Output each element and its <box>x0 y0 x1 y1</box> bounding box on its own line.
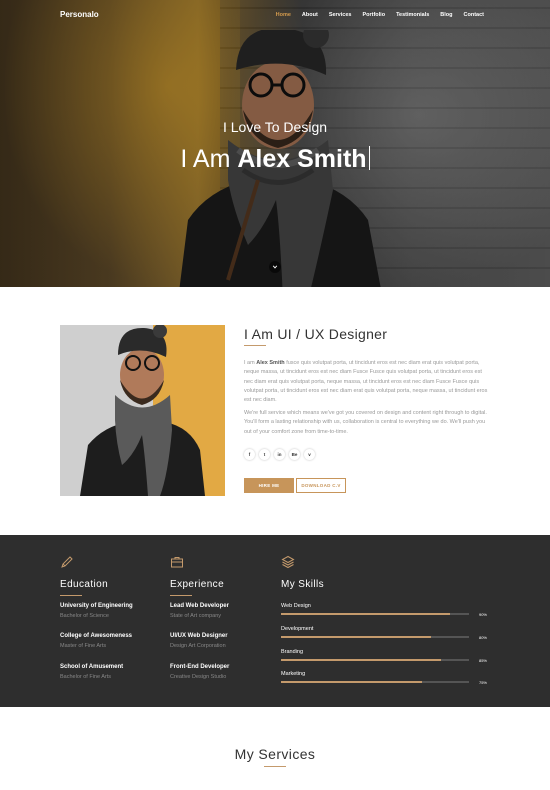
about-p1-name: Alex Smith <box>256 360 285 366</box>
about-section: I Am UI / UX Designer I am Alex Smith fu… <box>0 287 550 535</box>
skill-development: Development 80% <box>281 626 487 640</box>
education-item-sub: Master of Fine Arts <box>60 643 107 649</box>
education-item-title: School of Amusement <box>60 664 124 670</box>
experience-item-sub: Design Art Corporation <box>170 643 226 649</box>
hero-title: I Am Alex Smith <box>0 145 550 174</box>
facebook-icon[interactable]: f <box>244 449 255 460</box>
nav-item-portfolio[interactable]: Portfolio <box>362 12 385 18</box>
hero-section: Personalo Home About Services Portfolio … <box>0 0 550 287</box>
twitter-icon[interactable]: t <box>259 449 270 460</box>
site-logo[interactable]: Personalo <box>60 10 99 19</box>
behance-icon[interactable]: Be <box>289 449 300 460</box>
skill-bar <box>281 659 469 661</box>
experience-column: Experience <box>170 555 224 596</box>
skill-percent: 80% <box>478 635 487 640</box>
experience-item: UI/UX Web Designer Design Art Corporatio… <box>170 633 228 649</box>
skill-branding: Branding 85% <box>281 649 487 663</box>
skill-bar <box>281 613 469 615</box>
experience-item: Lead Web Developer State of Art company <box>170 603 229 619</box>
nav-item-home[interactable]: Home <box>276 12 291 18</box>
skill-bar <box>281 636 469 638</box>
skill-name: Marketing <box>281 671 306 677</box>
hire-me-button[interactable]: HIRE ME <box>244 478 294 493</box>
about-p1-rest: fusce quis volutpat porta, ut tincidunt … <box>244 360 488 404</box>
skill-bar <box>281 681 469 683</box>
chevron-down-icon <box>272 265 278 269</box>
experience-item: Front-End Developer Creative Design Stud… <box>170 664 229 680</box>
hero-subtitle: I Love To Design <box>222 119 328 135</box>
typing-cursor <box>368 146 370 170</box>
nav-menu: Home About Services Portfolio Testimonia… <box>276 12 484 18</box>
education-item-title: University of Engineering <box>60 603 133 609</box>
education-title: Education <box>60 579 109 590</box>
skill-percent: 85% <box>478 658 487 663</box>
about-paragraph-1: I am Alex Smith fusce quis volutpat port… <box>244 359 490 405</box>
education-item: University of Engineering Bachelor of Sc… <box>60 603 133 619</box>
skills-column: My Skills <box>281 555 324 590</box>
about-heading: I Am UI / UX Designer <box>244 326 388 342</box>
hero-title-prefix: I Am <box>180 145 238 173</box>
top-navigation: Personalo Home About Services Portfolio … <box>0 0 550 30</box>
education-column: Education <box>60 555 108 596</box>
education-item-sub: Bachelor of Science <box>60 613 109 619</box>
experience-item-title: UI/UX Web Designer <box>170 633 228 639</box>
instagram-icon[interactable]: in <box>274 449 285 460</box>
about-p1-lead: I am <box>244 360 257 366</box>
skill-percent: 75% <box>478 680 487 685</box>
experience-underline <box>170 595 192 596</box>
resume-section: Education University of Engineering Bach… <box>0 535 550 707</box>
vimeo-icon[interactable]: v <box>304 449 315 460</box>
experience-item-sub: State of Art company <box>170 613 222 619</box>
skill-bar-fill <box>281 681 422 683</box>
services-heading-underline <box>264 766 286 767</box>
experience-item-title: Front-End Developer <box>170 664 230 670</box>
skill-web-design: Web Design 90% <box>281 603 487 617</box>
scroll-down-button[interactable] <box>269 261 281 273</box>
experience-item-sub: Creative Design Studio <box>170 674 227 680</box>
pencil-icon <box>61 556 73 568</box>
about-photo <box>60 325 225 496</box>
experience-title: Experience <box>170 579 225 590</box>
skill-bar-fill <box>281 636 432 638</box>
hero-overlay <box>0 0 550 287</box>
social-links: f t in Be v <box>244 449 315 460</box>
nav-item-blog[interactable]: Blog <box>440 12 452 18</box>
nav-item-contact[interactable]: Contact <box>464 12 484 18</box>
skills-title: My Skills <box>281 579 325 590</box>
skill-name: Branding <box>281 649 304 655</box>
skill-bar-fill <box>281 613 451 615</box>
nav-item-services[interactable]: Services <box>329 12 352 18</box>
briefcase-icon <box>171 557 183 568</box>
education-underline <box>60 595 82 596</box>
services-heading: My Services <box>234 746 316 762</box>
experience-item-title: Lead Web Developer <box>170 603 229 609</box>
skill-name: Development <box>281 626 314 632</box>
education-item-sub: Bachelor of Fine Arts <box>60 674 112 680</box>
education-item-title: College of Awesomeness <box>60 633 133 639</box>
education-item: College of Awesomeness Master of Fine Ar… <box>60 633 132 649</box>
nav-item-testimonials[interactable]: Testimonials <box>396 12 429 18</box>
about-heading-underline <box>244 345 266 346</box>
skill-bar-fill <box>281 659 441 661</box>
layers-icon <box>281 555 295 569</box>
nav-item-about[interactable]: About <box>302 12 318 18</box>
skill-name: Web Design <box>281 603 311 609</box>
about-paragraph-2: We're full service which means we've got… <box>244 410 487 435</box>
education-item: School of Amusement Bachelor of Fine Art… <box>60 664 123 680</box>
hero-title-name: Alex Smith <box>237 145 367 173</box>
download-cv-button[interactable]: DOWNLOAD C.V <box>296 478 346 493</box>
skill-marketing: Marketing 75% <box>281 671 487 685</box>
skill-percent: 90% <box>478 612 487 617</box>
